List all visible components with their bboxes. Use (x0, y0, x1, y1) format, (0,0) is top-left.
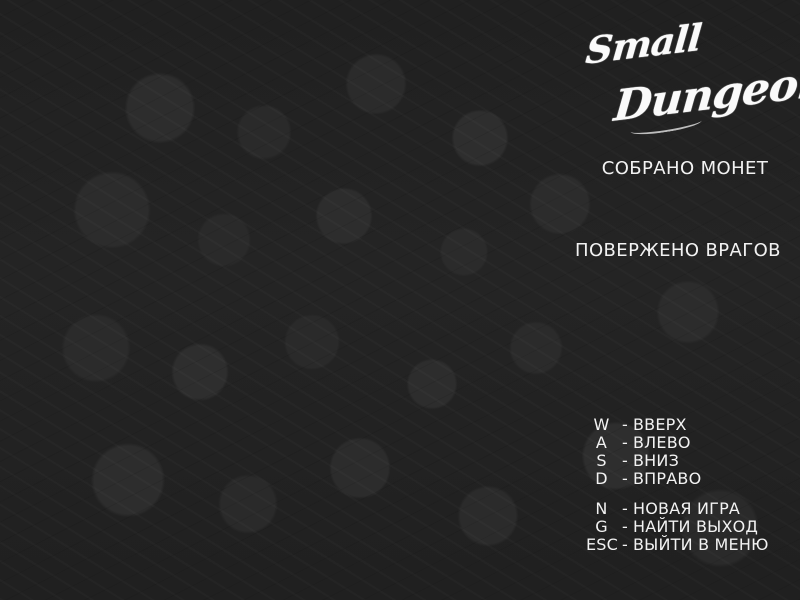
control-row-exit-menu: ESC - ВЫЙТИ В МЕНЮ (586, 536, 796, 554)
control-row-down: S - ВНИЗ (586, 452, 796, 470)
control-action: ВЫЙТИ В МЕНЮ (633, 535, 769, 554)
control-separator: - (622, 451, 628, 470)
control-key: W (593, 415, 610, 434)
control-row-right: D - ВПРАВО (586, 470, 796, 488)
game-logo: Small Dungeon (582, 15, 800, 142)
control-separator: - (622, 535, 628, 554)
control-key: S (596, 451, 607, 470)
control-separator: - (622, 469, 628, 488)
coins-collected-label: СОБРАНО МОНЕТ (601, 158, 769, 179)
control-separator: - (622, 499, 628, 518)
game-hud-panel: Small Dungeon СОБРАНО МОНЕТ ПОВЕРЖЕНО ВР… (570, 0, 800, 600)
logo-word-dungeon: Dungeon (611, 56, 800, 132)
control-key: ESC (586, 535, 619, 554)
control-row-left: A - ВЛЕВО (586, 434, 796, 452)
controls-help: W - ВВЕРХ A - ВЛЕВО S - ВНИЗ D - ВПРАВО (586, 416, 796, 554)
control-row-up: W - ВВЕРХ (586, 416, 796, 434)
control-key: N (595, 499, 608, 518)
control-action: ВВЕРХ (633, 415, 687, 434)
control-key: D (595, 469, 608, 488)
control-key: G (595, 517, 608, 536)
control-separator: - (622, 415, 628, 434)
logo-word-small: Small (583, 15, 703, 73)
control-action: НОВАЯ ИГРА (633, 499, 741, 518)
control-row-new-game: N - НОВАЯ ИГРА (586, 500, 796, 518)
enemies-defeated-label: ПОВЕРЖЕНО ВРАГОВ (575, 240, 781, 261)
control-row-find-exit: G - НАЙТИ ВЫХОД (586, 518, 796, 536)
game-screen: Small Dungeon СОБРАНО МОНЕТ ПОВЕРЖЕНО ВР… (0, 0, 800, 600)
control-key: A (595, 433, 608, 452)
control-separator: - (622, 517, 628, 536)
control-separator: - (622, 433, 628, 452)
control-action: ВПРАВО (633, 469, 702, 488)
control-action: НАЙТИ ВЫХОД (633, 517, 759, 536)
control-action: ВЛЕВО (633, 433, 691, 452)
control-action: ВНИЗ (633, 451, 680, 470)
